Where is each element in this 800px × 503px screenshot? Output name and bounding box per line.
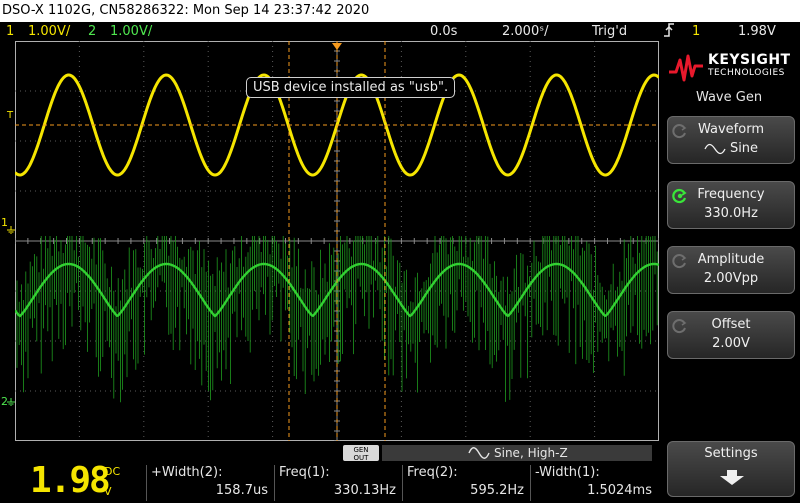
- ch2-number[interactable]: 2: [88, 22, 96, 41]
- gen-out-badge[interactable]: GEN OUT: [343, 445, 379, 462]
- big-readout-units: DC V: [104, 466, 120, 498]
- waveform-display[interactable]: [15, 41, 659, 441]
- measurement-1[interactable]: +Width(2): 158.7us: [146, 465, 274, 501]
- softkey-value: 2.00Vpp: [703, 271, 759, 286]
- measurement-label: Freq(1):: [279, 465, 330, 480]
- measurement-label: +Width(2):: [151, 465, 223, 480]
- keysight-wave-icon: [669, 54, 703, 82]
- ch2-scale[interactable]: 1.00V/: [110, 22, 152, 41]
- ch1-scale[interactable]: 1.00V/: [28, 22, 70, 41]
- trigger-marker[interactable]: T: [7, 110, 13, 121]
- ch2-ground-icon: [7, 398, 15, 406]
- big-readout-unit: V: [104, 485, 112, 498]
- softkey-value: Sine: [668, 141, 794, 156]
- arrow-down-icon: [720, 470, 744, 485]
- ch1-number[interactable]: 1: [6, 22, 14, 41]
- measurement-2[interactable]: Freq(1): 330.13Hz: [274, 465, 402, 501]
- trigger-channel[interactable]: 1: [692, 22, 700, 41]
- big-readout-mode: DC: [104, 465, 121, 478]
- measurement-label: Freq(2):: [407, 465, 458, 480]
- softkey-label: Offset: [711, 317, 751, 332]
- softkey-value: 2.00V: [712, 336, 750, 351]
- sine-icon: [704, 143, 726, 154]
- usb-notification: USB device installed as "usb".: [246, 77, 456, 98]
- softkey-label: Waveform: [698, 122, 764, 137]
- softkey-label: Frequency: [697, 187, 765, 202]
- big-readout-value: 1.98: [30, 460, 111, 501]
- gen-out-line2: OUT: [353, 454, 369, 462]
- softkey-value: 330.0Hz: [704, 206, 758, 221]
- softkey-label: Settings: [704, 446, 758, 461]
- brand-name: KEYSIGHT: [708, 52, 791, 68]
- time-delay[interactable]: 0.0s: [430, 22, 457, 41]
- trigger-position-marker[interactable]: [332, 43, 342, 50]
- offset-softkey[interactable]: Offset 2.00V: [667, 311, 795, 359]
- brand-sub: TECHNOLOGIES: [708, 68, 785, 78]
- measurement-4[interactable]: -Width(1): 1.5024ms: [530, 465, 658, 501]
- amplitude-softkey[interactable]: Amplitude 2.00Vpp: [667, 246, 795, 294]
- frequency-softkey[interactable]: Frequency 330.0Hz: [667, 181, 795, 229]
- gen-out-line1: GEN: [353, 446, 369, 454]
- trigger-level[interactable]: 1.98V: [738, 22, 776, 41]
- sine-icon: [468, 447, 490, 459]
- measurement-value: 595.2Hz: [470, 483, 524, 498]
- measurement-label: -Width(1):: [535, 465, 600, 480]
- ch1-ground-icon: [7, 226, 15, 234]
- waveform-softkey[interactable]: Waveform Sine: [667, 116, 795, 164]
- brand-logo: KEYSIGHT TECHNOLOGIES: [668, 50, 798, 86]
- softkey-value-text: Sine: [729, 141, 759, 156]
- menu-title: Wave Gen: [695, 90, 763, 105]
- time-scale[interactable]: 2.000ˢ/: [502, 22, 548, 41]
- measurement-3[interactable]: Freq(2): 595.2Hz: [402, 465, 530, 501]
- gen-readout[interactable]: Sine, High-Z: [382, 445, 652, 461]
- softkey-label: Amplitude: [697, 252, 765, 267]
- measurement-value: 158.7us: [215, 483, 268, 498]
- window-title: DSO-X 1102G, CN58286322: Mon Sep 14 23:3…: [0, 0, 800, 22]
- status-bar: 1 1.00V/ 2 1.00V/ 0.0s 2.000ˢ/ Trig'd 1 …: [0, 22, 800, 41]
- trigger-state: Trig'd: [592, 24, 628, 39]
- gen-readout-text: Sine, High-Z: [494, 446, 568, 460]
- measurement-value: 1.5024ms: [587, 483, 652, 498]
- settings-softkey[interactable]: Settings: [667, 441, 795, 497]
- measurement-value: 330.13Hz: [333, 483, 396, 498]
